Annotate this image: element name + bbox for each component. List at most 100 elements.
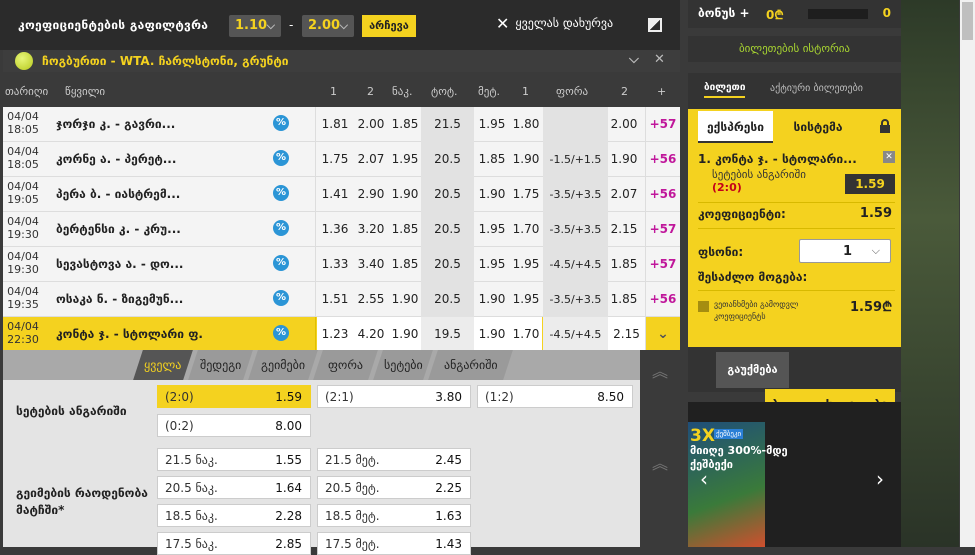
odd-h1[interactable]: 1.95 <box>510 282 542 317</box>
tab-sets[interactable]: სეტები <box>373 350 433 380</box>
odd-h1[interactable]: 1.70 <box>510 317 542 352</box>
match-row[interactable]: 04/04 19:05 პერა ბ. - იასტრემ... % 1.41 2… <box>3 177 680 212</box>
statistics-icon[interactable]: % <box>273 290 289 306</box>
odd-2[interactable]: 3.40 <box>353 247 389 282</box>
more-markets-button[interactable]: +57 <box>645 212 680 247</box>
odd-2[interactable]: 3.20 <box>353 212 389 247</box>
odd-button[interactable]: 17.5 ნაკ. 2.85 <box>157 532 311 555</box>
odd-1[interactable]: 1.75 <box>317 142 353 177</box>
more-markets-button[interactable]: +57 <box>645 107 680 142</box>
odd-over[interactable]: 1.90 <box>474 282 510 317</box>
tab-games[interactable]: გეიმები <box>248 350 318 380</box>
chevron-up-icon[interactable]: ︽ <box>652 450 668 474</box>
more-markets-button[interactable]: +57 <box>645 247 680 282</box>
ticket-history-button[interactable]: ბილეთების ისტორია <box>688 36 901 62</box>
collapse-icon[interactable] <box>648 18 662 32</box>
odd-under[interactable]: 1.85 <box>389 107 421 142</box>
odd-under[interactable]: 1.85 <box>389 247 421 282</box>
statistics-icon[interactable]: % <box>273 325 289 341</box>
odd-h1[interactable]: 1.90 <box>510 142 542 177</box>
tab-result[interactable]: შედეგი <box>188 350 253 380</box>
min-odds-select[interactable]: 1.10 ⌵ <box>229 15 281 37</box>
scrollbar-thumb[interactable] <box>962 2 973 40</box>
more-markets-button[interactable]: +56 <box>645 142 680 177</box>
odd-h2[interactable]: 1.85 <box>608 282 640 317</box>
page-scrollbar[interactable] <box>960 0 975 547</box>
chevron-down-icon[interactable]: ⌵ <box>629 52 639 67</box>
odd-h1[interactable]: 1.75 <box>510 177 542 212</box>
promo-banner[interactable]: 3X ქეშბეკი მიიღე 300%-მდე ქეშბექი ‹ › <box>688 402 901 547</box>
cancel-button[interactable]: გაუქმება <box>716 352 789 388</box>
odd-under[interactable]: 1.90 <box>389 317 421 352</box>
accept-odds-change[interactable]: ვეთანხმები გამოდვლ კოეფიციენტს <box>698 299 838 335</box>
tab-active-tickets[interactable]: აქტიური ბილეთები <box>770 83 863 94</box>
odd-h2[interactable]: 1.85 <box>608 247 640 282</box>
odd-under[interactable]: 1.95 <box>389 142 421 177</box>
odd-1[interactable]: 1.41 <box>317 177 353 212</box>
tab-system[interactable]: სისტემა <box>783 111 853 143</box>
tab-ticket[interactable]: ბილეთი <box>704 82 746 98</box>
odd-h2[interactable]: 2.00 <box>608 107 640 142</box>
odd-2[interactable]: 2.55 <box>353 282 389 317</box>
collapse-markets-icon[interactable]: ⌄ <box>645 317 680 352</box>
odd-button[interactable]: 21.5 მეტ. 2.45 <box>317 448 471 471</box>
tab-express[interactable]: ექსპრესი <box>698 111 773 143</box>
odd-over[interactable]: 1.85 <box>474 142 510 177</box>
statistics-icon[interactable]: % <box>273 150 289 166</box>
odd-button[interactable]: (2:0) 1.59 <box>157 385 311 408</box>
chevron-left-icon[interactable]: ‹ <box>700 467 708 491</box>
close-icon[interactable]: ✕ <box>654 52 665 67</box>
choose-button[interactable]: არჩევა <box>362 15 416 37</box>
match-row-selected[interactable]: 04/04 22:30 კონტა ჯ. - სტოლარი ფ. % 1.23 … <box>3 317 680 352</box>
odd-h2[interactable]: 1.90 <box>608 142 640 177</box>
chevron-up-icon[interactable]: ︽ <box>652 358 668 382</box>
odd-over[interactable]: 1.95 <box>474 107 510 142</box>
odd-h1[interactable]: 1.80 <box>510 107 542 142</box>
more-markets-button[interactable]: +56 <box>645 282 680 317</box>
odd-button[interactable]: 20.5 მეტ. 2.25 <box>317 476 471 499</box>
odd-button[interactable]: (2:1) 3.80 <box>317 385 471 408</box>
odd-h1[interactable]: 1.70 <box>510 212 542 247</box>
odd-2[interactable]: 2.07 <box>353 142 389 177</box>
match-row[interactable]: 04/04 18:05 კორნე ა. - პერეტ... % 1.75 2.… <box>3 142 680 177</box>
odd-button[interactable]: 17.5 მეტ. 1.43 <box>317 532 471 555</box>
odd-over[interactable]: 1.95 <box>474 247 510 282</box>
odd-button[interactable]: 18.5 ნაკ. 2.28 <box>157 504 311 527</box>
odd-button[interactable]: (0:2) 8.00 <box>157 414 311 437</box>
odd-2[interactable]: 2.00 <box>353 107 389 142</box>
odd-h2[interactable]: 2.15 <box>608 317 645 352</box>
statistics-icon[interactable]: % <box>273 185 289 201</box>
match-row[interactable]: 04/04 18:05 ჯორჯი კ. - გავრი... % 1.81 2.… <box>3 107 680 142</box>
match-row[interactable]: 04/04 19:30 სევასტოვა ა. - დო... % 1.33 3… <box>3 247 680 282</box>
odd-1[interactable]: 1.23 <box>317 317 353 352</box>
odd-over[interactable]: 1.90 <box>474 177 510 212</box>
odd-h1[interactable]: 1.95 <box>510 247 542 282</box>
odd-1[interactable]: 1.33 <box>317 247 353 282</box>
odd-h2[interactable]: 2.07 <box>608 177 640 212</box>
match-row[interactable]: 04/04 19:30 ბერტენსი კ. - კრუ... % 1.36 3… <box>3 212 680 247</box>
odd-1[interactable]: 1.81 <box>317 107 353 142</box>
odd-over[interactable]: 1.90 <box>474 317 510 352</box>
odd-button[interactable]: 20.5 ნაკ. 1.64 <box>157 476 311 499</box>
max-odds-select[interactable]: 2.00 ⌵ <box>302 15 354 37</box>
tab-all[interactable]: ყველა <box>133 350 193 380</box>
more-markets-button[interactable]: +56 <box>645 177 680 212</box>
odd-button[interactable]: (1:2) 8.50 <box>477 385 633 408</box>
statistics-icon[interactable]: % <box>273 255 289 271</box>
tab-score[interactable]: ანგარიში <box>428 350 513 380</box>
match-row[interactable]: 04/04 19:35 ოსაკა ნ. - ზიგემუნ... % 1.51 … <box>3 282 680 317</box>
odd-1[interactable]: 1.36 <box>317 212 353 247</box>
odd-under[interactable]: 1.90 <box>389 177 421 212</box>
odd-button[interactable]: 21.5 ნაკ. 1.55 <box>157 448 311 471</box>
odd-over[interactable]: 1.95 <box>474 212 510 247</box>
odd-2[interactable]: 2.90 <box>353 177 389 212</box>
odd-2[interactable]: 4.20 <box>353 317 389 352</box>
odd-button[interactable]: 18.5 მეტ. 1.63 <box>317 504 471 527</box>
odd-under[interactable]: 1.85 <box>389 212 421 247</box>
chevron-right-icon[interactable]: › <box>876 467 884 491</box>
stake-input[interactable]: 1 ⌵ <box>799 239 891 263</box>
odd-1[interactable]: 1.51 <box>317 282 353 317</box>
odd-under[interactable]: 1.90 <box>389 282 421 317</box>
accept-checkbox[interactable] <box>698 301 709 312</box>
odd-h2[interactable]: 2.15 <box>608 212 640 247</box>
